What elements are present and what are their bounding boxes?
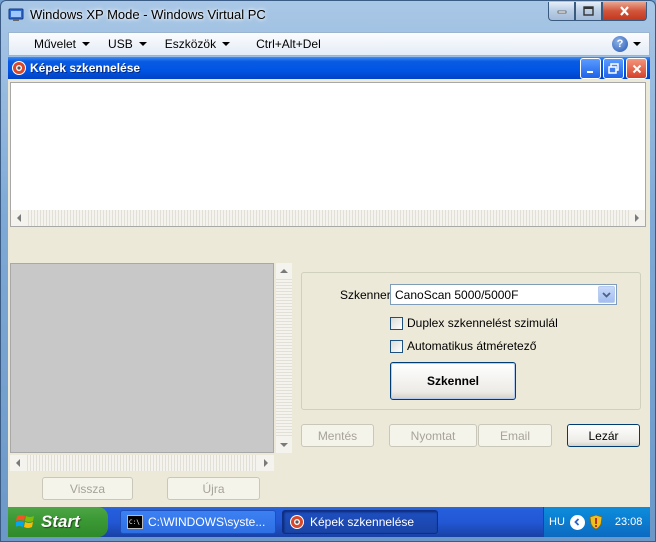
scroll-left-arrow[interactable]	[10, 455, 26, 471]
cmd-icon: C:\	[127, 515, 143, 529]
scanner-label: Szkenner:	[340, 288, 395, 302]
windows-logo-icon	[16, 515, 34, 528]
scanner-select[interactable]: CanoScan 5000/5000F	[390, 284, 617, 305]
arrow-left-icon	[16, 459, 20, 467]
window-title: Windows XP Mode - Windows Virtual PC	[30, 7, 266, 22]
close-icon	[620, 6, 629, 16]
arrow-down-icon	[280, 443, 288, 447]
minimize-icon	[557, 10, 566, 14]
system-tray: HU 23:08	[543, 507, 650, 537]
security-shield-icon[interactable]	[589, 514, 603, 530]
menu-usb[interactable]: USB	[100, 33, 155, 55]
scan-button[interactable]: Szkennel	[390, 362, 516, 400]
tray-expand-button[interactable]	[569, 514, 585, 530]
scroll-left-arrow[interactable]	[11, 210, 27, 226]
close-button[interactable]	[602, 2, 647, 21]
arrow-up-icon	[280, 269, 288, 273]
image-horizontal-scrollbar[interactable]	[10, 455, 274, 471]
close-icon	[632, 64, 641, 73]
again-button[interactable]: Újra	[167, 477, 260, 500]
scanner-app-icon	[290, 515, 304, 529]
start-button[interactable]: Start	[8, 507, 108, 537]
menu-tools[interactable]: Eszközök	[157, 33, 238, 55]
minimize-icon	[586, 70, 593, 73]
close-app-button[interactable]: Lezár	[567, 424, 640, 447]
virtual-pc-window: Windows XP Mode - Windows Virtual PC Műv…	[0, 0, 656, 542]
duplex-checkbox[interactable]	[390, 316, 403, 330]
menu-tools-label: Eszközök	[164, 37, 217, 51]
email-button[interactable]: Email	[478, 424, 552, 447]
menu-action-label: Művelet	[34, 37, 77, 51]
chevron-down-icon	[602, 291, 611, 298]
chevron-down-icon	[633, 42, 641, 46]
scroll-up-arrow[interactable]	[276, 263, 292, 279]
back-button[interactable]: Vissza	[42, 477, 133, 500]
help-icon: ?	[612, 36, 628, 52]
taskbar-item-cmd-label: C:\WINDOWS\syste...	[148, 515, 266, 529]
scanner-settings-group: Szkenner: CanoScan 5000/5000F Duplex szk…	[301, 272, 641, 410]
menu-ctrl-alt-del[interactable]: Ctrl+Alt+Del	[248, 33, 329, 55]
guest-desktop: Képek szkennelése Vissza Újra Szkenner: …	[8, 57, 650, 537]
arrow-right-icon	[264, 459, 268, 467]
arrow-left-icon	[17, 214, 21, 222]
start-label: Start	[41, 512, 80, 531]
duplex-checkbox-row[interactable]: Duplex szkennelést szimulál	[390, 316, 558, 330]
taskbar: Start C:\ C:\WINDOWS\syste... Képek szke…	[8, 507, 650, 537]
chevron-down-icon	[82, 42, 91, 46]
auto-resize-checkbox-row[interactable]: Automatikus átméretező	[390, 339, 536, 353]
menu-usb-label: USB	[108, 37, 133, 51]
app-restore-button[interactable]	[603, 58, 624, 79]
scroll-right-arrow[interactable]	[629, 210, 645, 226]
app-close-button[interactable]	[626, 58, 647, 79]
svg-text:C:\: C:\	[129, 519, 140, 526]
dropdown-button[interactable]	[598, 286, 615, 303]
save-button[interactable]: Mentés	[301, 424, 374, 447]
virtual-pc-titlebar[interactable]: Windows XP Mode - Windows Virtual PC	[1, 1, 655, 29]
thumbnail-strip	[10, 82, 646, 227]
chevron-left-icon	[574, 518, 580, 526]
scroll-right-arrow[interactable]	[258, 455, 274, 471]
restore-icon	[608, 63, 619, 74]
virtual-pc-app-icon	[8, 8, 24, 21]
taskbar-item-cmd[interactable]: C:\ C:\WINDOWS\syste...	[120, 510, 276, 534]
arrow-right-icon	[635, 214, 639, 222]
app-titlebar[interactable]: Képek szkennelése	[8, 57, 650, 79]
scroll-down-arrow[interactable]	[276, 437, 292, 453]
scanned-image-area	[10, 263, 274, 453]
app-minimize-button[interactable]	[580, 58, 601, 79]
auto-resize-checkbox-label: Automatikus átméretező	[407, 339, 537, 353]
thumbnail-scrollbar[interactable]	[11, 210, 645, 226]
print-button[interactable]: Nyomtat	[389, 424, 477, 447]
maximize-button[interactable]	[575, 2, 602, 21]
app-title: Képek szkennelése	[30, 61, 141, 75]
scanner-app-icon	[12, 61, 26, 75]
maximize-icon	[583, 6, 594, 16]
duplex-checkbox-label: Duplex szkennelést szimulál	[407, 316, 558, 330]
language-indicator[interactable]: HU	[549, 516, 565, 528]
scanner-select-value: CanoScan 5000/5000F	[395, 287, 519, 302]
chevron-down-icon	[138, 42, 147, 46]
menu-ctrl-alt-del-label: Ctrl+Alt+Del	[256, 37, 321, 51]
vpc-menu-bar: Művelet USB Eszközök Ctrl+Alt+Del ?	[8, 32, 650, 56]
image-vertical-scrollbar[interactable]	[276, 263, 292, 453]
help-menu[interactable]: ?	[612, 36, 641, 52]
taskbar-item-scanner[interactable]: Képek szkennelése	[282, 510, 438, 534]
clock[interactable]: 23:08	[615, 516, 643, 528]
minimize-button[interactable]	[548, 2, 575, 21]
chevron-down-icon	[222, 42, 231, 46]
taskbar-item-scanner-label: Képek szkennelése	[310, 515, 415, 529]
auto-resize-checkbox[interactable]	[390, 339, 403, 353]
menu-action[interactable]: Művelet	[26, 33, 98, 55]
